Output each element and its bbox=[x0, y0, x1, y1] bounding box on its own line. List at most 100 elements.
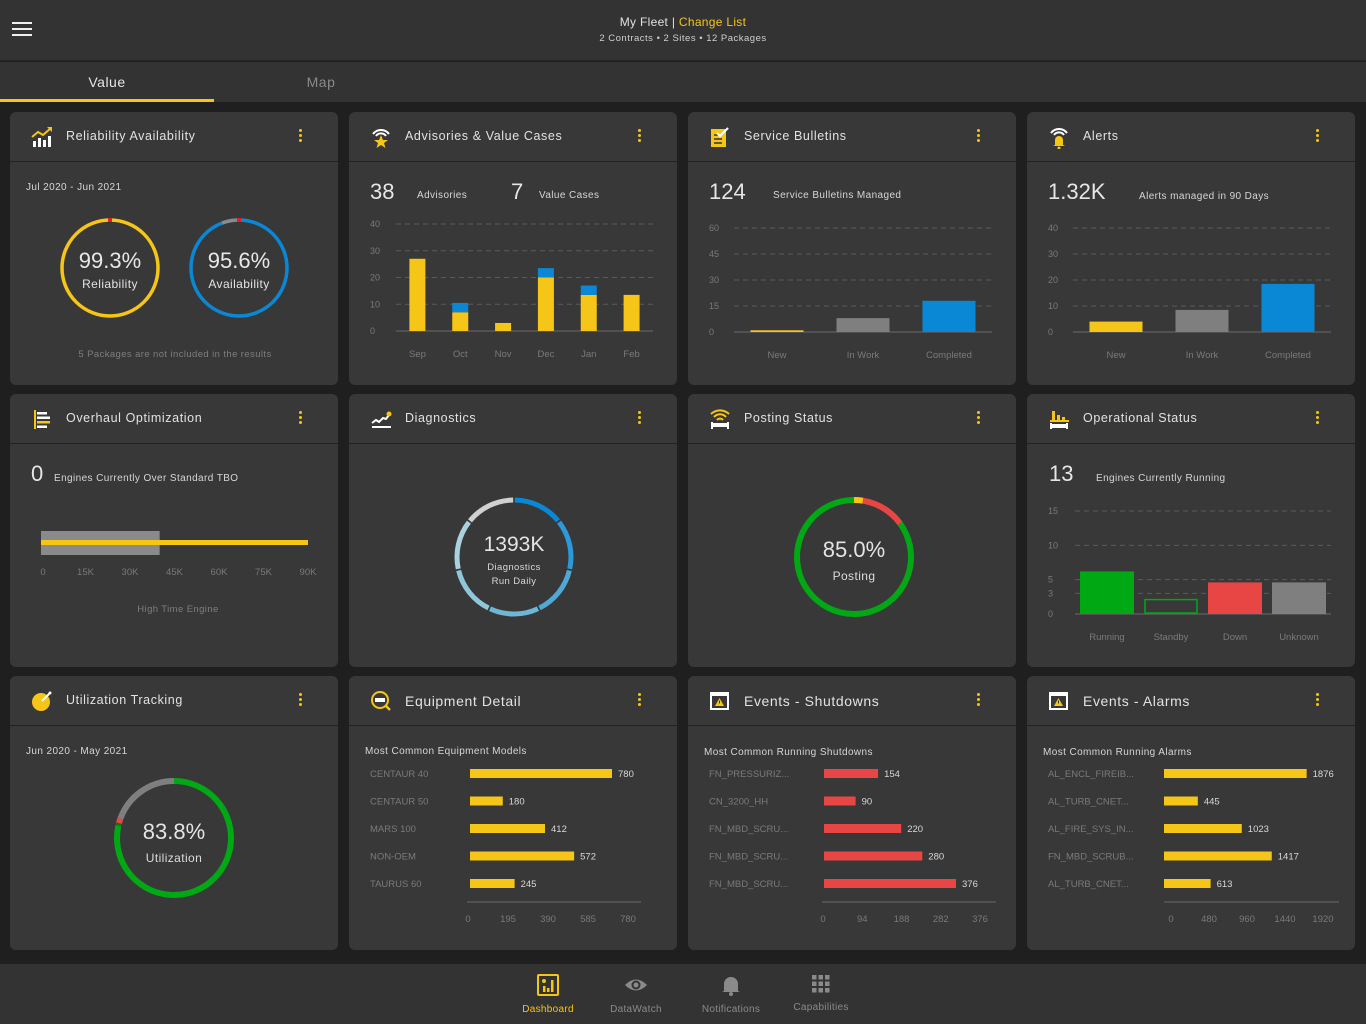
more-options-icon[interactable] bbox=[1313, 411, 1321, 427]
more-options-icon[interactable] bbox=[296, 411, 304, 427]
more-options-icon[interactable] bbox=[296, 693, 304, 709]
card-operational-status[interactable]: Operational Status 13 Engines Currently … bbox=[1027, 394, 1355, 667]
donut-segment-not-posting bbox=[862, 497, 903, 526]
advisories-chart: 0 10 20 30 40 Sep Oct Nov Dec Jan Feb bbox=[370, 219, 653, 360]
tab-bar: Value Map bbox=[0, 62, 1366, 102]
advisories-count: 38 bbox=[370, 179, 395, 204]
card-diagnostics[interactable]: Diagnostics 1393K Diagnostics Run Daily bbox=[349, 394, 677, 667]
y-tick-label: 3 bbox=[1048, 588, 1053, 598]
more-options-icon[interactable] bbox=[974, 693, 982, 709]
tab-value[interactable]: Value bbox=[0, 62, 214, 102]
more-options-icon[interactable] bbox=[1313, 693, 1321, 709]
availability-gap bbox=[221, 218, 240, 225]
value-label: 376 bbox=[962, 879, 978, 890]
alerts-chart: 0 10 20 30 40 New In Work Completed bbox=[1048, 223, 1331, 361]
x-tick-label: 188 bbox=[894, 914, 910, 925]
value-label: 1417 bbox=[1278, 852, 1299, 863]
card-events-alarms[interactable]: Events - Alarms Most Common Running Alar… bbox=[1027, 676, 1355, 950]
chart-subtitle: Most Common Running Alarms bbox=[1043, 747, 1192, 758]
bar bbox=[1164, 879, 1211, 888]
nav-capabilities[interactable]: Capabilities bbox=[776, 974, 866, 1013]
bell-broadcast-icon bbox=[1050, 128, 1068, 149]
alerts-label: Alerts managed in 90 Days bbox=[1139, 191, 1270, 202]
x-tick-label: New bbox=[1106, 350, 1125, 361]
category-label: AL_TURB_CNET... bbox=[1048, 879, 1129, 890]
more-options-icon[interactable] bbox=[296, 129, 304, 145]
category-label: CENTAUR 40 bbox=[370, 769, 428, 780]
period-label: Jul 2020 - Jun 2021 bbox=[26, 182, 122, 193]
card-header: Reliability Availability bbox=[10, 112, 338, 162]
card-title: Reliability Availability bbox=[66, 129, 196, 143]
x-tick-label: 1440 bbox=[1274, 914, 1295, 925]
card-equipment-detail[interactable]: Equipment Detail Most Common Equipment M… bbox=[349, 676, 677, 950]
bar bbox=[470, 769, 612, 778]
card-events-shutdowns[interactable]: Events - Shutdowns Most Common Running S… bbox=[688, 676, 1016, 950]
card-overhaul-optimization[interactable]: Overhaul Optimization 0 Engines Currentl… bbox=[10, 394, 338, 667]
more-options-icon[interactable] bbox=[635, 411, 643, 427]
card-title: Operational Status bbox=[1083, 411, 1198, 425]
nav-notifications[interactable]: Notifications bbox=[686, 974, 776, 1015]
card-header: Overhaul Optimization bbox=[10, 394, 338, 444]
fleet-label: My Fleet bbox=[619, 15, 669, 29]
bar-advisories bbox=[495, 322, 512, 331]
card-alerts[interactable]: Alerts 1.32K Alerts managed in 90 Days 0… bbox=[1027, 112, 1355, 385]
card-title: Service Bulletins bbox=[744, 129, 847, 143]
bar bbox=[1272, 582, 1326, 614]
y-tick-label: 10 bbox=[370, 299, 380, 309]
nav-dashboard[interactable]: Dashboard bbox=[503, 974, 593, 1015]
value-label: 613 bbox=[1217, 879, 1233, 890]
running-label: Engines Currently Running bbox=[1096, 473, 1226, 484]
bar-advisories bbox=[580, 294, 597, 331]
change-list-link[interactable]: Change List bbox=[679, 15, 746, 29]
card-advisories[interactable]: Advisories & Value Cases 38 Advisories 7… bbox=[349, 112, 677, 385]
card-service-bulletins[interactable]: Service Bulletins 124 Service Bulletins … bbox=[688, 112, 1016, 385]
more-options-icon[interactable] bbox=[635, 129, 643, 145]
category-label: FN_PRESSURIZ... bbox=[709, 769, 789, 780]
value-label: 280 bbox=[928, 852, 944, 863]
more-options-icon[interactable] bbox=[974, 411, 982, 427]
bar-value-cases bbox=[452, 302, 469, 313]
more-options-icon[interactable] bbox=[635, 693, 643, 709]
category-label: FN_MBD_SCRU... bbox=[709, 879, 788, 890]
bar-advisories bbox=[537, 277, 554, 331]
line-chart-icon bbox=[371, 411, 392, 428]
donut-segment bbox=[514, 497, 560, 523]
x-tick-label: 0 bbox=[465, 914, 470, 925]
availability-value: 95.6% bbox=[207, 248, 271, 273]
x-tick-label: In Work bbox=[1186, 350, 1219, 361]
bars-list-icon bbox=[34, 410, 50, 429]
checklist-icon bbox=[711, 127, 729, 147]
bar bbox=[1261, 283, 1315, 332]
x-tick-label: 585 bbox=[580, 914, 596, 925]
nav-datawatch[interactable]: DataWatch bbox=[591, 974, 681, 1015]
nav-label: Capabilities bbox=[793, 1002, 849, 1013]
card-header: Utilization Tracking bbox=[10, 676, 338, 726]
x-tick-label: Jan bbox=[581, 349, 596, 360]
card-utilization-tracking[interactable]: Utilization Tracking Jun 2020 - May 2021… bbox=[10, 676, 338, 950]
diagnostics-value: 1393K bbox=[483, 533, 545, 556]
engine-search-icon bbox=[371, 691, 391, 711]
y-tick-label: 20 bbox=[370, 273, 380, 283]
value-label: 412 bbox=[551, 824, 567, 835]
more-options-icon[interactable] bbox=[974, 129, 982, 145]
more-options-icon[interactable] bbox=[1313, 129, 1321, 145]
tab-map[interactable]: Map bbox=[214, 62, 428, 102]
bar bbox=[470, 879, 515, 888]
bar bbox=[470, 824, 546, 833]
utilization-label: Utilization bbox=[145, 851, 203, 865]
y-tick-label: 0 bbox=[370, 326, 375, 336]
card-title: Alerts bbox=[1083, 129, 1119, 143]
x-tick-label: Oct bbox=[453, 349, 468, 360]
value-cases-count: 7 bbox=[511, 179, 524, 204]
period-label: Jun 2020 - May 2021 bbox=[26, 746, 128, 757]
card-reliability-availability[interactable]: Reliability Availability Jul 2020 - Jun … bbox=[10, 112, 338, 385]
card-posting-status[interactable]: Posting Status 85.0% Posting bbox=[688, 394, 1016, 667]
value-label: 572 bbox=[580, 852, 596, 863]
y-tick-label: 10 bbox=[1048, 540, 1058, 550]
y-tick-label: 10 bbox=[1048, 301, 1058, 311]
card-header: Events - Shutdowns bbox=[688, 676, 1016, 726]
bar-value-cases bbox=[580, 285, 597, 295]
y-tick-label: 30 bbox=[1048, 249, 1058, 259]
y-tick-label: 0 bbox=[709, 327, 714, 337]
card-header: Advisories & Value Cases bbox=[349, 112, 677, 162]
